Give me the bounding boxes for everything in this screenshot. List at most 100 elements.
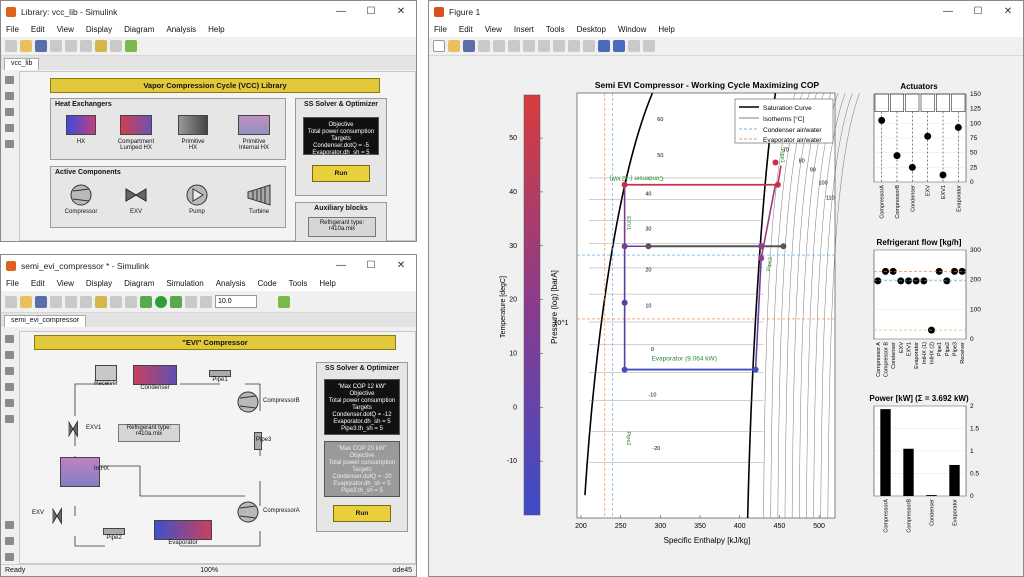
menu-analysis[interactable]: Analysis: [166, 25, 196, 34]
zoom-out-icon[interactable]: [523, 40, 535, 52]
maximize-button[interactable]: ☐: [356, 6, 386, 17]
zoom-icon[interactable]: [4, 92, 14, 100]
step-back-icon[interactable]: [140, 295, 152, 308]
menu-analysis[interactable]: Analysis: [216, 279, 246, 288]
rotate-icon[interactable]: [553, 40, 565, 52]
pipe1-block[interactable]: Pipe1: [205, 370, 235, 383]
browser-icon[interactable]: [110, 40, 122, 52]
forward-icon[interactable]: [65, 295, 77, 308]
zoom-icon[interactable]: [4, 351, 14, 359]
settings-icon[interactable]: [110, 295, 122, 308]
open-icon[interactable]: [20, 295, 32, 308]
menu-file[interactable]: File: [6, 25, 19, 34]
annotation-icon[interactable]: [4, 399, 14, 407]
up-icon[interactable]: [80, 40, 92, 52]
menu-tools[interactable]: Tools: [546, 25, 565, 34]
save-icon[interactable]: [463, 40, 475, 52]
save-icon[interactable]: [35, 295, 47, 308]
pan-icon[interactable]: [538, 40, 550, 52]
menu-edit[interactable]: Edit: [31, 279, 45, 288]
pipe2-block[interactable]: Pipe2: [98, 528, 130, 541]
open-icon[interactable]: [20, 40, 32, 52]
fit-icon[interactable]: [4, 108, 14, 116]
image-icon[interactable]: [4, 140, 14, 148]
model-explorer-icon[interactable]: [125, 295, 137, 308]
stop-time-input[interactable]: [215, 295, 257, 308]
new-model-icon[interactable]: [5, 40, 17, 52]
menu-diagram[interactable]: Diagram: [124, 25, 154, 34]
menu-view[interactable]: View: [485, 25, 502, 34]
record-icon[interactable]: [4, 537, 14, 545]
close-button[interactable]: ✕: [386, 260, 416, 271]
close-button[interactable]: ✕: [386, 6, 416, 17]
hx-block[interactable]: HX: [61, 115, 101, 145]
menu-file[interactable]: File: [434, 25, 447, 34]
pointer-icon[interactable]: [493, 40, 505, 52]
solver-config-box[interactable]: Objective Total power consumption Target…: [303, 117, 379, 156]
menu-insert[interactable]: Insert: [514, 25, 534, 34]
library-browser-icon[interactable]: [95, 295, 107, 308]
pipe3-block[interactable]: Pipe3: [242, 432, 274, 450]
menu-display[interactable]: Display: [86, 25, 112, 34]
data-cursor-icon[interactable]: [568, 40, 580, 52]
save-icon[interactable]: [35, 40, 47, 52]
solver-config-20kw[interactable]: "Max COP 20 kW" Objective Total power co…: [324, 441, 400, 497]
scope-icon[interactable]: [200, 295, 212, 308]
lock-icon[interactable]: [95, 40, 107, 52]
compressor-block[interactable]: Compressor: [59, 183, 103, 215]
exv-block[interactable]: EXV: [121, 183, 151, 215]
menu-edit[interactable]: Edit: [459, 25, 473, 34]
tab-semi-evi-compressor[interactable]: semi_evi_compressor: [4, 315, 87, 327]
run-button[interactable]: Run: [312, 165, 370, 182]
inthx-block[interactable]: IntHX: [50, 457, 110, 487]
run-icon[interactable]: [155, 295, 167, 308]
legend-icon[interactable]: [613, 40, 625, 52]
pump-block[interactable]: Pump: [179, 183, 215, 215]
minimize-button[interactable]: —: [326, 260, 356, 271]
refrigerant-block[interactable]: Refrigerant type: r410a.mix: [118, 424, 180, 442]
new-model-icon[interactable]: [5, 295, 17, 308]
maximize-button[interactable]: ☐: [963, 6, 993, 17]
annotation-icon[interactable]: [4, 124, 14, 132]
run-button[interactable]: Run: [333, 505, 391, 522]
menu-view[interactable]: View: [57, 279, 74, 288]
menu-desktop[interactable]: Desktop: [577, 25, 606, 34]
condenser-block[interactable]: Condenser: [130, 365, 180, 391]
open-icon[interactable]: [448, 40, 460, 52]
target-icon[interactable]: [4, 76, 14, 84]
minimize-button[interactable]: —: [933, 6, 963, 17]
brush-icon[interactable]: [583, 40, 595, 52]
new-figure-icon[interactable]: [433, 40, 445, 52]
primitive-hx-block[interactable]: Primitive HX: [171, 115, 215, 151]
menu-file[interactable]: File: [6, 279, 19, 288]
turbine-block[interactable]: Turbine: [239, 183, 279, 215]
menu-help[interactable]: Help: [208, 25, 224, 34]
check-icon[interactable]: [125, 40, 137, 52]
camera-icon[interactable]: [4, 521, 14, 529]
menu-simulation[interactable]: Simulation: [166, 279, 203, 288]
zoom-in-icon[interactable]: [508, 40, 520, 52]
menu-code[interactable]: Code: [258, 279, 277, 288]
forward-icon[interactable]: [65, 40, 77, 52]
receiver-block[interactable]: Receiver: [90, 365, 122, 387]
menu-tools[interactable]: Tools: [289, 279, 308, 288]
hide-plot-tools-icon[interactable]: [628, 40, 640, 52]
menu-help[interactable]: Help: [658, 25, 674, 34]
tab-vcc-lib[interactable]: vcc_lib: [4, 58, 40, 70]
menu-display[interactable]: Display: [86, 279, 112, 288]
image-icon[interactable]: [4, 415, 14, 423]
compartment-hx-block[interactable]: Compartment Lumped HX: [111, 115, 161, 151]
evaporator-block[interactable]: Evaporator: [152, 520, 214, 546]
step-forward-icon[interactable]: [170, 295, 182, 308]
fit-icon[interactable]: [4, 367, 14, 375]
refrigerant-block[interactable]: Refrigerant type: r410a.mix: [308, 217, 376, 237]
stop-icon[interactable]: [185, 295, 197, 308]
minimize-button[interactable]: —: [326, 6, 356, 17]
up-icon[interactable]: [80, 295, 92, 308]
menu-view[interactable]: View: [57, 25, 74, 34]
close-button[interactable]: ✕: [993, 6, 1023, 17]
print-icon[interactable]: [478, 40, 490, 52]
menu-diagram[interactable]: Diagram: [124, 279, 154, 288]
primitive-internal-hx-block[interactable]: Primitive Internal HX: [226, 115, 282, 151]
menu-window[interactable]: Window: [618, 25, 646, 34]
